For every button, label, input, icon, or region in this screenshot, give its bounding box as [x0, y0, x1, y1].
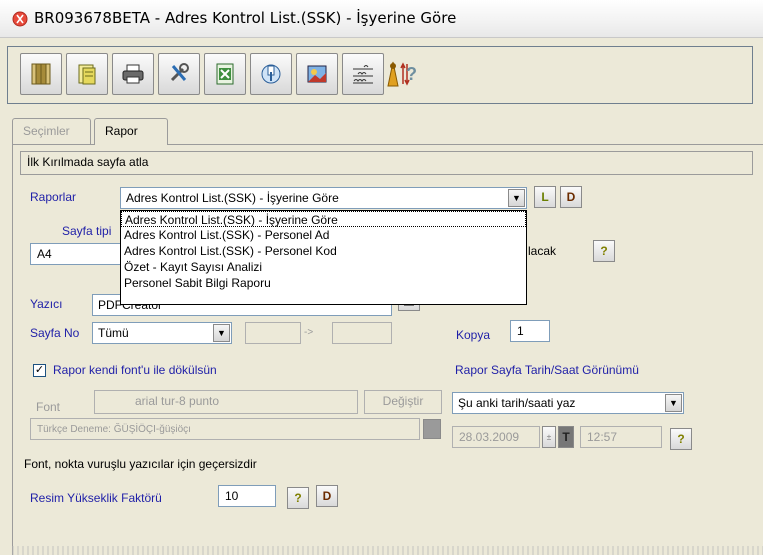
reports-dropdown-list[interactable]: Adres Kontrol List.(SSK) - İşyerine Göre… — [120, 210, 527, 305]
first-break-option[interactable]: İlk Kırılmada sayfa atla — [20, 151, 753, 175]
document-button[interactable] — [66, 53, 108, 95]
page-from-field — [245, 322, 301, 344]
page-no-label: Sayfa No — [30, 326, 80, 340]
image-icon — [307, 65, 327, 83]
print-button[interactable] — [112, 53, 154, 95]
signatures-icon — [353, 65, 373, 84]
own-font-checkbox[interactable]: ✓ — [33, 364, 46, 377]
dropdown-item[interactable]: Adres Kontrol List.(SSK) - Personel Ad — [121, 227, 526, 243]
date-spinner: ± — [542, 426, 556, 448]
tools-icon — [170, 63, 189, 82]
font-sample-button — [423, 419, 441, 439]
figure-icon — [387, 61, 399, 87]
page-to-field — [332, 322, 392, 344]
date-view-select[interactable]: Şu anki tarih/saati yaz ▼ — [452, 392, 684, 414]
date-field: 28.03.2009 — [452, 426, 540, 448]
printer-label: Yazıcı — [30, 297, 63, 311]
help-button-date[interactable]: ? — [670, 428, 692, 450]
book-icon — [31, 63, 51, 85]
tools-button[interactable] — [158, 53, 200, 95]
image-button[interactable] — [296, 53, 338, 95]
copies-label: Kopya — [456, 328, 491, 342]
font-field: arial tur-8 punto — [94, 390, 358, 414]
export-icon — [261, 64, 281, 84]
reports-l-button[interactable]: L — [534, 186, 556, 208]
app-icon — [12, 11, 28, 27]
time-field: 12:57 — [580, 426, 662, 448]
reports-select[interactable]: Adres Kontrol List.(SSK) - İşyerine Göre… — [120, 187, 527, 209]
image-height-field[interactable]: 10 — [218, 485, 276, 507]
image-height-label: Resim Yükseklik Faktörü — [30, 491, 162, 505]
font-sample: Türkçe Deneme: ĞÜŞİÖÇI-ğüşiöçı — [30, 418, 420, 440]
dropdown-item[interactable]: Adres Kontrol List.(SSK) - İşyerine Göre — [121, 211, 526, 227]
page-no-select-value: Tümü — [98, 326, 129, 340]
help-icon[interactable]: ? — [406, 53, 422, 95]
chevron-down-icon[interactable]: ▼ — [213, 324, 230, 342]
window-title: BR093678BETA - Adres Kontrol List.(SSK) … — [34, 9, 457, 27]
printer-icon — [122, 64, 144, 84]
date-today-button: T — [558, 426, 574, 448]
book-button[interactable] — [20, 53, 62, 95]
help-button-image[interactable]: ? — [287, 487, 309, 509]
dot-matrix-note: Font, nokta vuruşlu yazıcılar için geçer… — [24, 457, 257, 471]
document-icon — [78, 64, 96, 85]
dropdown-item[interactable]: Adres Kontrol List.(SSK) - Personel Kod — [121, 243, 526, 259]
page-type-label: Sayfa tipi — [62, 224, 112, 238]
tab-secimler[interactable]: Seçimler — [12, 118, 91, 144]
date-view-label: Rapor Sayfa Tarih/Saat Görünümü — [455, 363, 639, 377]
tab-rapor[interactable]: Rapor — [94, 118, 168, 145]
excel-icon — [216, 63, 234, 85]
reports-select-value: Adres Kontrol List.(SSK) - İşyerine Göre — [126, 191, 339, 205]
dropdown-item[interactable]: Özet - Kayıt Sayısı Analizi — [121, 259, 526, 275]
page-range-arrow: -> — [304, 327, 314, 338]
date-view-select-value: Şu anki tarih/saati yaz — [458, 396, 576, 410]
reports-d-button[interactable]: D — [560, 186, 582, 208]
image-d-button[interactable]: D — [316, 485, 338, 507]
excel-button[interactable] — [204, 53, 246, 95]
page-no-select[interactable]: Tümü ▼ — [92, 322, 232, 344]
signatures-button[interactable] — [342, 53, 384, 95]
bottom-strip — [12, 546, 763, 555]
export-button[interactable] — [250, 53, 292, 95]
chevron-down-icon[interactable]: ▼ — [665, 394, 682, 412]
own-font-label: Rapor kendi font'u ile dökülsün — [53, 363, 217, 377]
toolbar: ? — [7, 46, 753, 104]
figure-button[interactable] — [386, 53, 400, 95]
copies-field[interactable]: 1 — [510, 320, 550, 342]
title-bar: BR093678BETA - Adres Kontrol List.(SSK) … — [0, 0, 763, 38]
chevron-down-icon[interactable]: ▼ — [508, 189, 525, 207]
change-font-button: Değiştir — [364, 390, 442, 414]
dropdown-item[interactable]: Personel Sabit Bilgi Raporu — [121, 275, 526, 291]
page-type-select[interactable]: A4 — [30, 243, 125, 265]
hidden-label-tail: lacak — [528, 244, 557, 258]
font-label: Font — [36, 400, 61, 414]
help-button-page[interactable]: ? — [593, 240, 615, 262]
reports-label: Raporlar — [30, 190, 77, 204]
